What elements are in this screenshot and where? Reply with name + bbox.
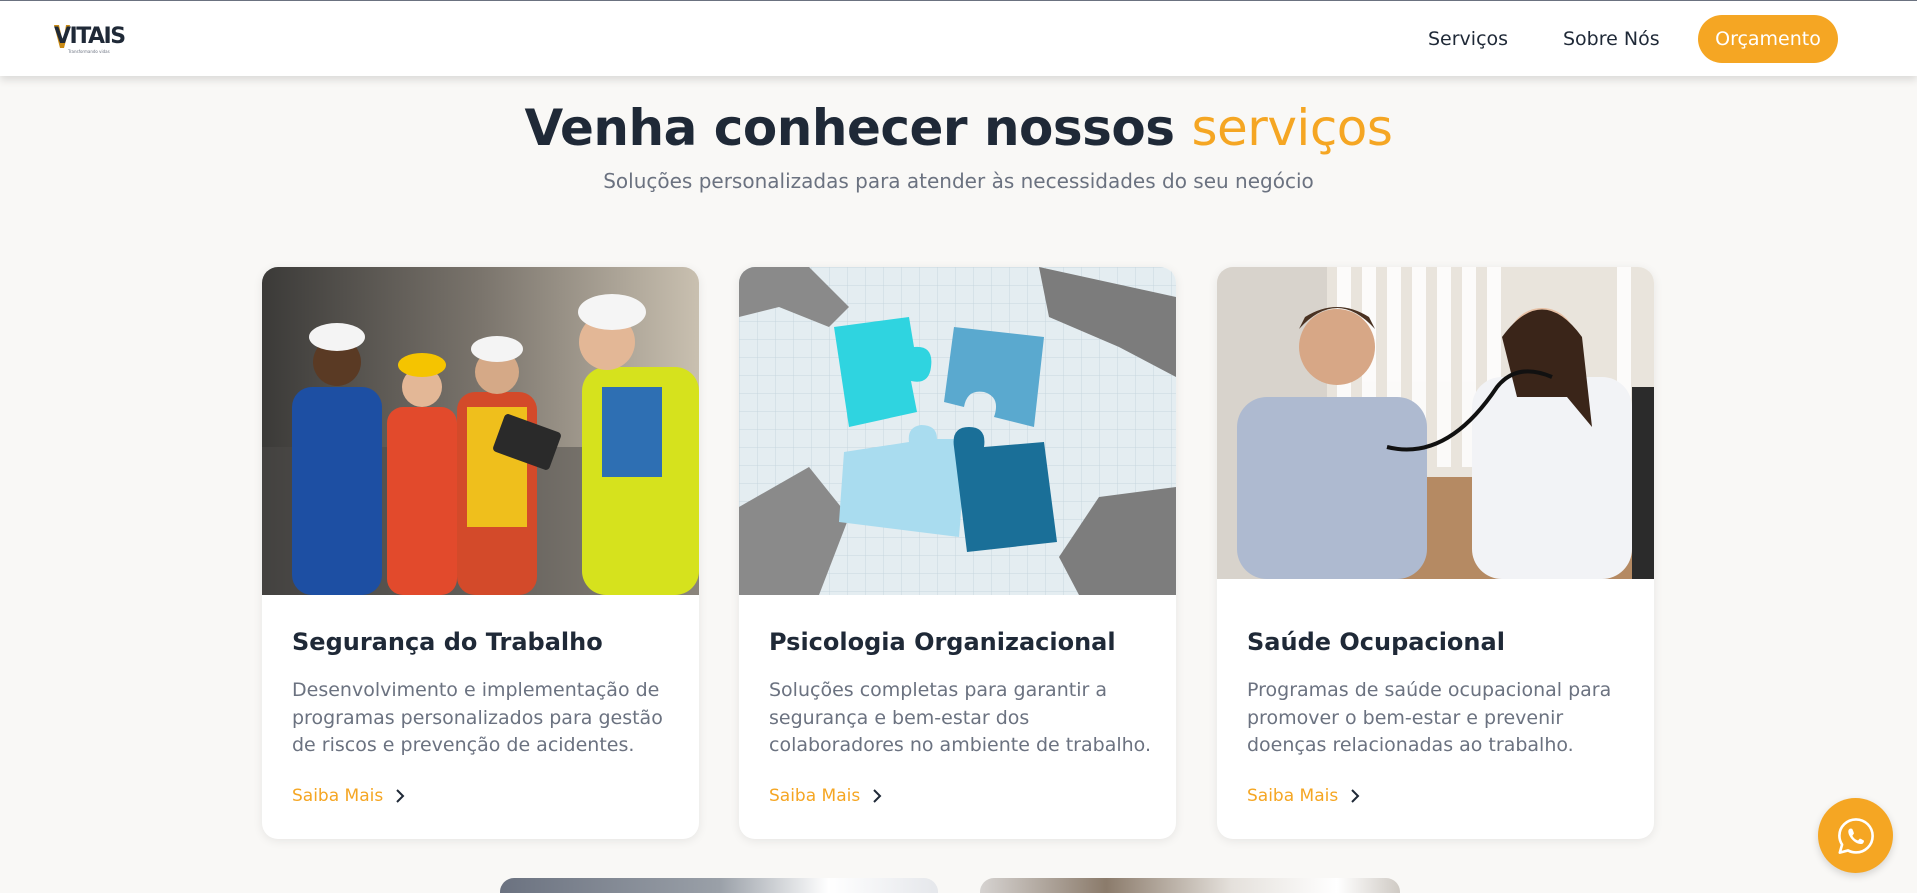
logo-tagline: Transformando vidas — [68, 49, 110, 54]
card-title: Segurança do Trabalho — [292, 628, 603, 656]
card-title: Saúde Ocupacional — [1247, 628, 1505, 656]
saiba-mais-label: Saiba Mais — [769, 786, 861, 806]
puzzle-pieces-image — [739, 267, 1176, 595]
chevron-right-icon — [396, 789, 405, 803]
logo-text: VITAIS — [54, 24, 126, 49]
section-title: Venha conhecer nossos serviços — [0, 96, 1917, 160]
card-description: Desenvolvimento e implementação de progr… — [292, 679, 663, 756]
section-subtitle: Soluções personalizadas para atender às … — [603, 169, 1314, 193]
card-description: Programas de saúde ocupacional para prom… — [1247, 679, 1612, 756]
service-card-saude: Saúde Ocupacional Programas de saúde ocu… — [1217, 267, 1654, 839]
whatsapp-icon — [1837, 817, 1874, 854]
saiba-mais-label: Saiba Mais — [1247, 786, 1339, 806]
nav-servicos-link[interactable]: Serviços — [1428, 27, 1508, 51]
card-title: Psicologia Organizacional — [769, 628, 1116, 656]
card-description: Soluções completas para garantir a segur… — [769, 679, 1151, 756]
whatsapp-button[interactable] — [1818, 798, 1893, 873]
saiba-mais-label: Saiba Mais — [292, 786, 384, 806]
saiba-mais-link[interactable]: Saiba Mais — [769, 785, 882, 807]
workers-safety-image — [262, 267, 699, 595]
chevron-right-icon — [873, 789, 882, 803]
saiba-mais-link[interactable]: Saiba Mais — [292, 785, 405, 807]
saiba-mais-link[interactable]: Saiba Mais — [1247, 785, 1360, 807]
nav-sobre-link[interactable]: Sobre Nós — [1563, 27, 1660, 51]
navbar: VITAIS Transformando vidas Serviços Sobr… — [0, 0, 1917, 76]
service-card-psicologia: Psicologia Organizacional Soluções compl… — [739, 267, 1176, 839]
chevron-right-icon — [1351, 789, 1360, 803]
vitais-logo[interactable]: VITAIS Transformando vidas — [54, 23, 126, 55]
orcamento-button[interactable]: Orçamento — [1698, 15, 1838, 63]
section-title-accent: serviços — [1191, 99, 1393, 157]
doctor-patient-image — [1217, 267, 1654, 579]
next-row-card-image — [500, 878, 938, 893]
next-row-card-image — [980, 878, 1400, 893]
section-title-main: Venha conhecer nossos — [524, 99, 1176, 157]
service-card-seguranca: Segurança do Trabalho Desenvolvimento e … — [262, 267, 699, 839]
